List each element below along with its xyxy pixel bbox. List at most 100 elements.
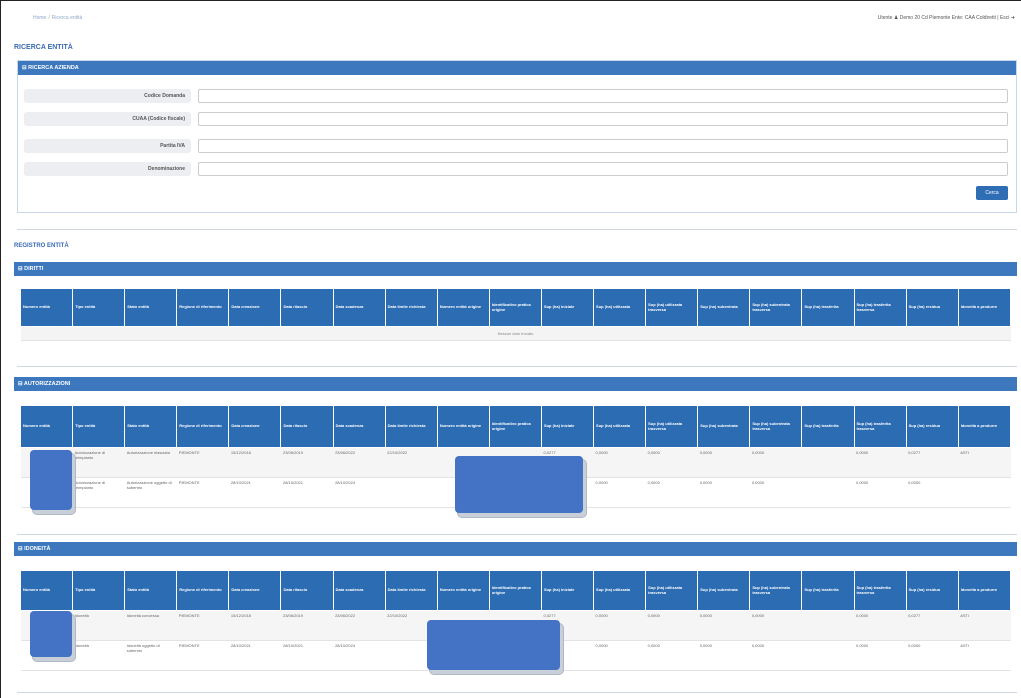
- column-header: Regione di riferimento: [176, 288, 230, 327]
- codice-domanda-input[interactable]: [198, 89, 1008, 103]
- table-cell: [801, 447, 854, 478]
- table-cell: [801, 610, 854, 641]
- column-header: Sup (ha) trasferita: [801, 405, 855, 448]
- table-cell: Idoneità: [72, 640, 125, 671]
- table-cell: 28/10/2021: [280, 640, 334, 671]
- column-header: Data creazione: [228, 405, 282, 448]
- autorizzazioni-header-row: Numero entità Tipo entità Stato entità Regi…: [19, 405, 1012, 448]
- table-cell: PIEMONTE: [176, 447, 229, 478]
- column-header: Identificativo pratica origine: [488, 405, 542, 448]
- column-header: Idoneità a produrre: [957, 405, 1012, 448]
- table-cell: 0,0000: [854, 477, 907, 508]
- table-cell: Idoneità oggetto di subentro: [124, 640, 177, 671]
- partita-iva-label: Partita IVA: [24, 139, 191, 153]
- column-header: Tipo entità: [72, 288, 126, 327]
- table-cell: PIEMONTE: [176, 640, 229, 671]
- redaction-block: [30, 450, 72, 510]
- breadcrumb: Home / Ricerca entità: [33, 15, 83, 21]
- denominazione-label: Denominazione: [24, 162, 191, 176]
- column-header: Idoneità a produrre: [957, 570, 1012, 611]
- table-cell: 22/10/2022: [385, 447, 438, 478]
- autorizzazioni-header[interactable]: ⊟ AUTORIZZAZIONI: [14, 377, 1017, 391]
- redaction-block: [30, 611, 72, 657]
- breadcrumb-home-link[interactable]: Home: [33, 15, 46, 21]
- column-header: Data creazione: [228, 570, 282, 611]
- table-cell: 0,0000: [749, 640, 802, 671]
- table-cell: 0,0277: [906, 447, 959, 478]
- table-cell: ASTI: [958, 610, 1011, 641]
- partita-iva-input[interactable]: [198, 139, 1008, 153]
- column-header: Data limite richiesta: [384, 288, 438, 327]
- column-header: Identificativo pratica origine: [488, 570, 542, 611]
- column-header: Sup (ha) subentrata: [697, 405, 751, 448]
- table-cell: 0,0000: [697, 610, 750, 641]
- table-cell: [801, 477, 854, 508]
- table-cell: 23/06/2022: [333, 447, 386, 478]
- cerca-button[interactable]: Cerca: [976, 186, 1008, 200]
- column-header: Sup (ha) subentrata: [697, 288, 751, 327]
- cuaa-label: CUAA (Codice fiscale): [24, 112, 191, 126]
- diritti-table: Numero entità Tipo entità Stato entità Regi…: [19, 288, 1012, 341]
- table-cell: 0,0000: [854, 610, 907, 641]
- table-cell: Autorizzazione oggetto di subentro: [124, 477, 177, 508]
- column-header: Data creazione: [228, 288, 282, 327]
- table-cell: 0,0000: [697, 477, 750, 508]
- table-cell: Idoneità: [72, 610, 125, 641]
- table-cell: Autorizzazione rilasciata: [124, 447, 177, 478]
- divider: [17, 534, 1017, 535]
- form-row-codice-domanda: Codice Domanda: [24, 89, 1008, 103]
- table-cell: 15/12/2018: [228, 447, 281, 478]
- table-cell: 0,0000: [697, 447, 750, 478]
- column-header: Stato entità: [124, 570, 178, 611]
- table-cell: 0,0000: [593, 447, 646, 478]
- user-info[interactable]: Utente ♟ Demo 20 Cd Piemonte Ente: CAA C…: [878, 15, 1015, 21]
- column-header: Sup (ha) subentrata: [697, 570, 751, 611]
- column-header: Tipo entità: [72, 570, 126, 611]
- table-cell: 28/10/2024: [333, 477, 386, 508]
- column-header: Sup (ha) subentrata trasversa: [749, 288, 803, 327]
- search-panel-header[interactable]: ⊟ RICERCA AZIENDA: [18, 61, 1016, 75]
- register-title: REGISTRO ENTITÀ: [14, 243, 69, 249]
- column-header: Sup (ha) iniziale: [540, 570, 595, 611]
- table-cell: 28/10/2021: [228, 640, 281, 671]
- diritti-section: ⊟ DIRITTI Numero entità Tipo entità Stato …: [14, 262, 1017, 372]
- table-cell: 28/10/2024: [333, 640, 386, 671]
- column-header: Sup (ha) utilizzata: [593, 405, 647, 448]
- column-header: Stato entità: [124, 288, 178, 327]
- table-cell: 0,0000: [645, 447, 698, 478]
- column-header: Sup (ha) utilizzata trasversa: [645, 570, 699, 611]
- table-cell: 0,0277: [906, 610, 959, 641]
- divider: [17, 229, 1017, 230]
- idoneita-header[interactable]: ⊟ IDONEITÀ: [14, 542, 1017, 556]
- table-row: Nessun dato trovato: [20, 326, 1011, 341]
- table-cell: [958, 477, 1011, 508]
- table-cell: 0,0000: [749, 610, 802, 641]
- column-header: Data rilascio: [280, 405, 334, 448]
- cuaa-input[interactable]: [198, 112, 1008, 126]
- table-cell: 0,0000: [645, 640, 698, 671]
- table-cell: PIEMONTE: [176, 610, 229, 641]
- column-header: Data scadenza: [332, 288, 386, 327]
- idoneita-header-row: Numero entità Tipo entità Stato entità Regi…: [19, 570, 1012, 611]
- column-header: Data scadenza: [332, 570, 386, 611]
- table-cell: 23/06/2022: [333, 610, 386, 641]
- column-header: Data limite richiesta: [384, 570, 438, 611]
- diritti-header[interactable]: ⊟ DIRITTI: [14, 262, 1017, 276]
- search-panel: ⊟ RICERCA AZIENDA Codice Domanda CUAA (C…: [17, 60, 1017, 213]
- column-header: Sup (ha) utilizzata: [593, 288, 647, 327]
- table-cell: Idoneità concessa: [124, 610, 177, 641]
- table-cell: 28/10/2021: [280, 477, 334, 508]
- column-header: Sup (ha) trasferita: [801, 570, 855, 611]
- column-header: Sup (ha) trasferita trasversa: [853, 570, 907, 611]
- divider: [17, 692, 1017, 693]
- denominazione-input[interactable]: [198, 162, 1008, 176]
- table-cell: 23/06/2019: [280, 610, 334, 641]
- table-cell: ASTI: [958, 447, 1011, 478]
- column-header: Regione di riferimento: [176, 570, 230, 611]
- column-header: Numero entità: [19, 288, 74, 327]
- table-cell: 0,0000: [749, 447, 802, 478]
- divider: [17, 366, 1017, 367]
- breadcrumb-current: Ricerca entità: [51, 15, 83, 21]
- column-header: Numero entità origine: [436, 570, 490, 611]
- empty-message: Nessun dato trovato: [20, 326, 1011, 341]
